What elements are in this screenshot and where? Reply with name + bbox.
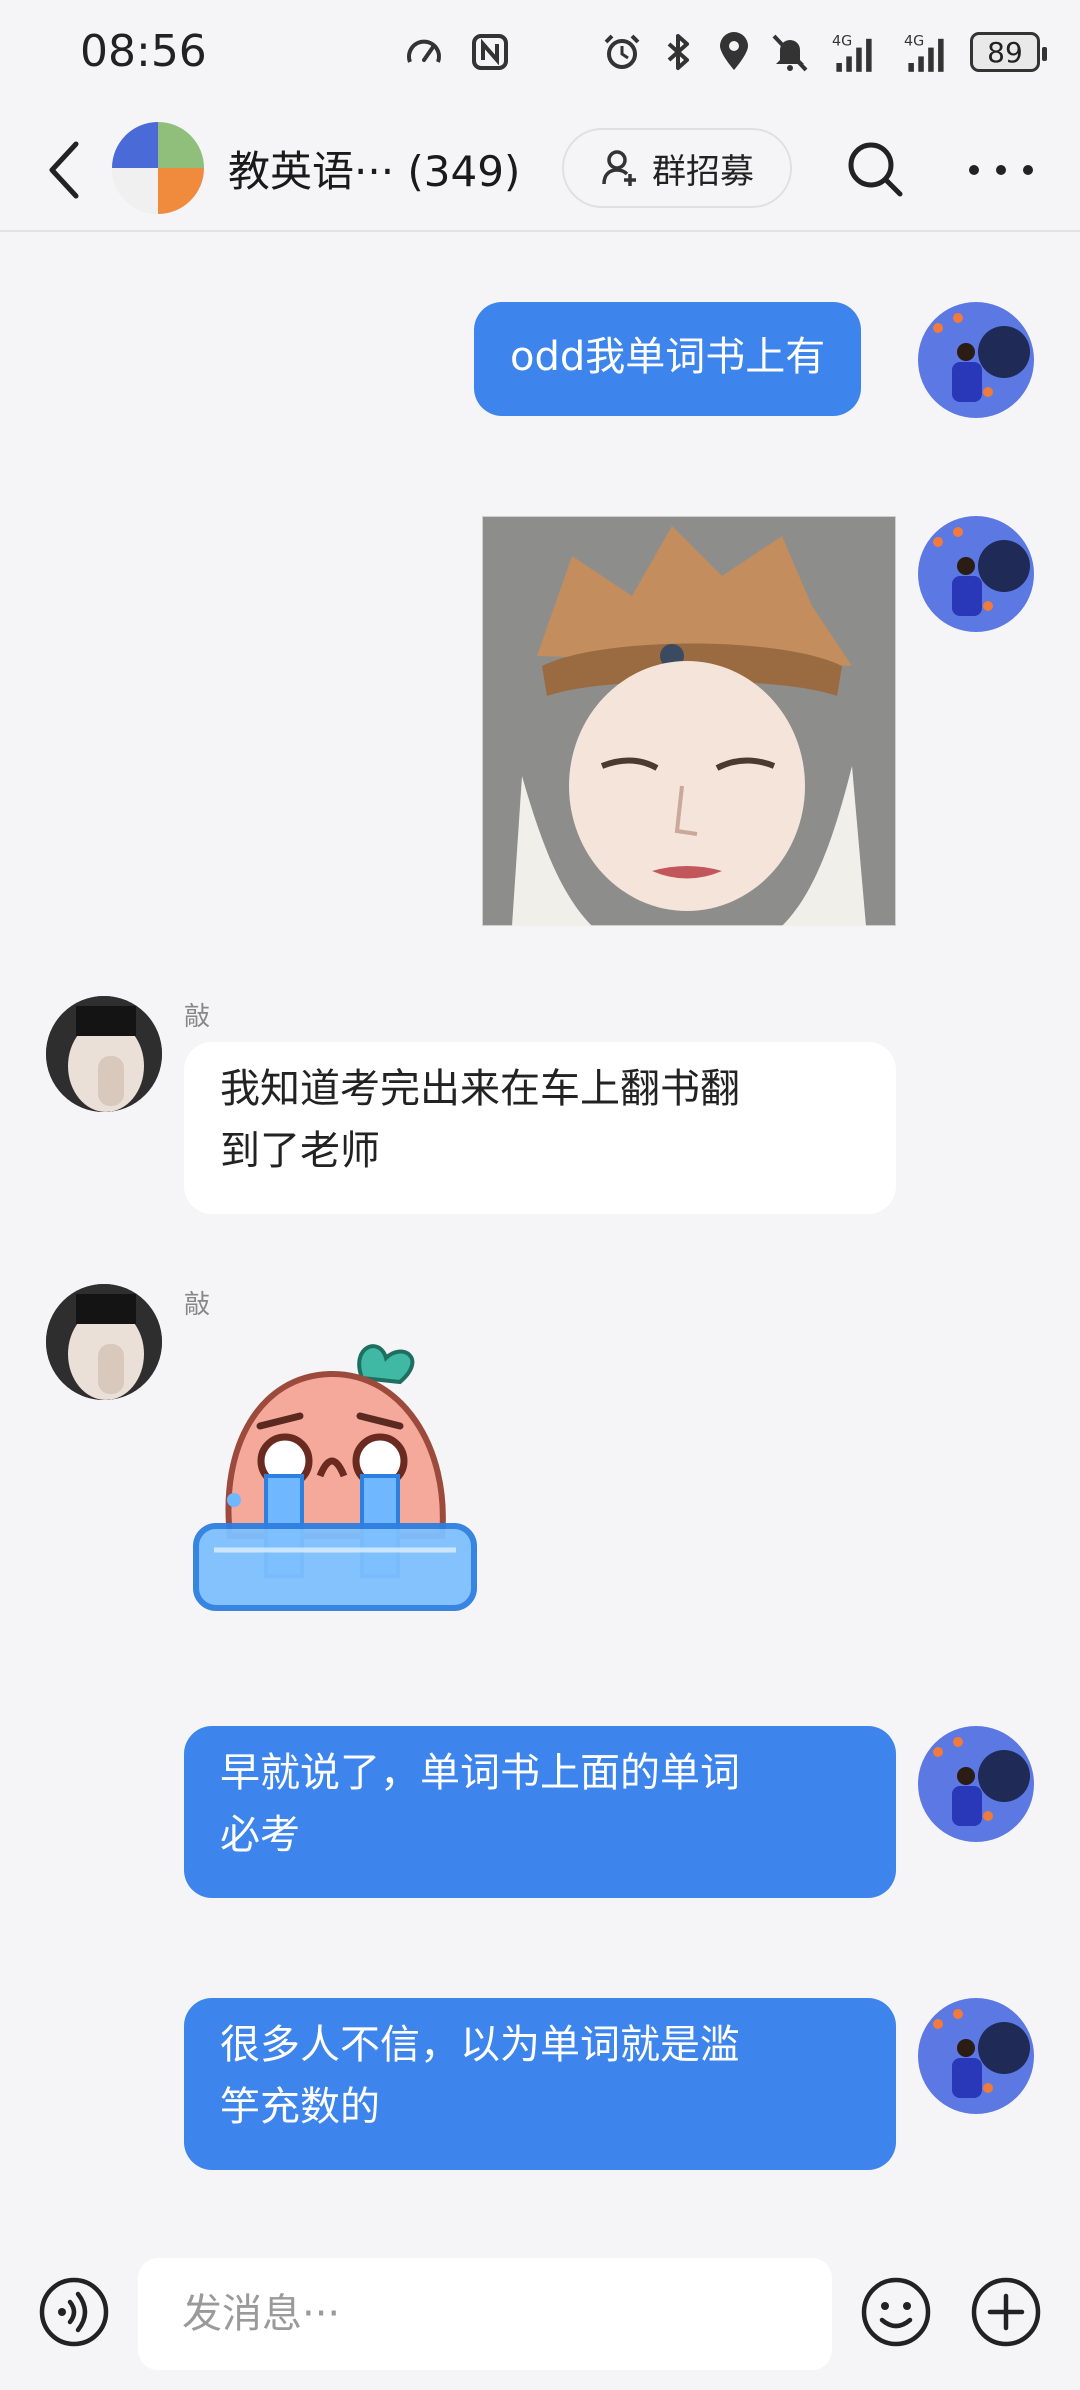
location-icon [720, 32, 748, 70]
bluetooth-icon [667, 34, 689, 70]
my-avatar[interactable] [918, 516, 1034, 632]
more-icon[interactable] [966, 158, 1036, 182]
mute-icon [772, 34, 808, 72]
speedometer-icon [407, 39, 441, 63]
my-avatar[interactable] [918, 302, 1034, 418]
sender-avatar[interactable] [46, 996, 162, 1112]
group-avatar[interactable] [112, 122, 204, 214]
svg-text:4G: 4G [904, 33, 924, 49]
sender-name: 敲 [184, 1290, 211, 1320]
message-bubble[interactable]: odd我单词书上有 [474, 302, 862, 416]
status-right-icons: 4G 4G 89 [602, 30, 1047, 74]
plus-icon[interactable] [970, 2276, 1042, 2348]
back-icon[interactable] [40, 138, 90, 202]
input-bar [0, 2240, 1080, 2390]
status-time: 08:56 [80, 26, 207, 77]
sender-avatar[interactable] [46, 1284, 162, 1400]
message-bubble[interactable]: 早就说了，单词书上面的单词 必考 [184, 1726, 896, 1898]
nfc-icon [472, 34, 508, 70]
signal-4g-icon: 4G [904, 33, 944, 72]
my-avatar[interactable] [918, 1726, 1034, 1842]
message-text-line: 到了老师 [220, 1128, 380, 1174]
signal-4g-icon: 4G [832, 33, 872, 72]
message-text: odd我单词书上有 [510, 334, 826, 380]
group-recruit-button[interactable]: 群招募 [562, 128, 792, 208]
status-left-icons [404, 30, 510, 74]
add-person-icon [602, 150, 636, 186]
crying-sticker[interactable] [190, 1336, 480, 1618]
svg-text:4G: 4G [832, 33, 852, 49]
voice-icon[interactable] [38, 2276, 110, 2348]
message-text-line: 竽充数的 [220, 2084, 380, 2130]
message-text-line: 我知道考完出来在车上翻书翻 [220, 1066, 740, 1112]
battery-icon: 89 [970, 32, 1047, 72]
recruit-label: 群招募 [652, 151, 754, 192]
message-input[interactable] [138, 2258, 832, 2370]
group-title[interactable]: 教英语··· (349) [228, 138, 520, 199]
message-text-line: 必考 [220, 1812, 300, 1858]
message-bubble[interactable]: 我知道考完出来在车上翻书翻 到了老师 [184, 1042, 896, 1214]
status-bar: 08:56 4G 4G 89 [0, 0, 1080, 108]
search-icon[interactable] [844, 138, 906, 200]
alarm-icon [604, 34, 640, 69]
message-text-line: 很多人不信，以为单词就是滥 [220, 2022, 740, 2068]
emoji-icon[interactable] [860, 2276, 932, 2348]
sender-name: 敲 [184, 1002, 211, 1032]
my-avatar[interactable] [918, 1998, 1034, 2114]
chat-header: 教英语··· (349) 群招募 [0, 108, 1080, 232]
battery-level: 89 [987, 35, 1023, 69]
message-text-line: 早就说了，单词书上面的单词 [220, 1750, 740, 1796]
statue-photo[interactable] [482, 516, 896, 926]
message-bubble[interactable]: 很多人不信，以为单词就是滥 竽充数的 [184, 1998, 896, 2170]
